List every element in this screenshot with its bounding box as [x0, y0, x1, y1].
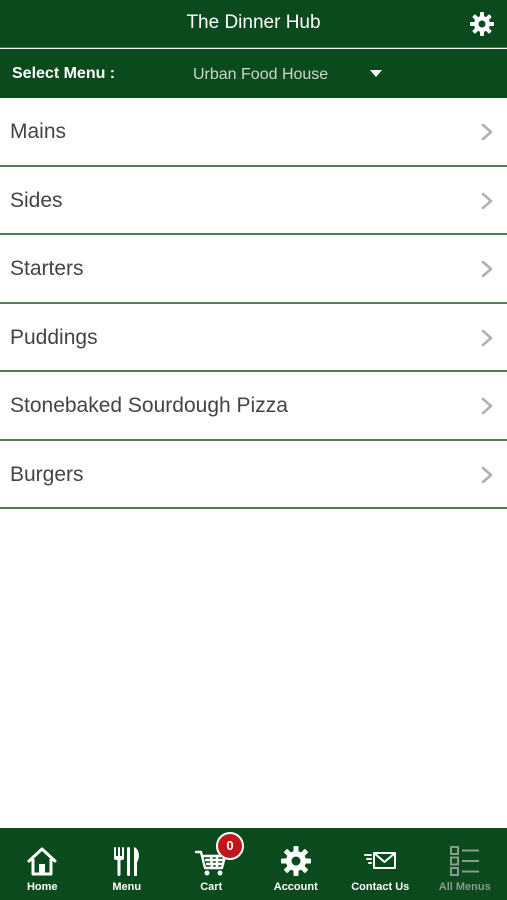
menu-item-label: Stonebaked Sourdough Pizza [10, 394, 288, 417]
chevron-right-icon [481, 260, 493, 278]
gear-icon [280, 846, 311, 876]
menu-select-dropdown[interactable]: Urban Food House [180, 57, 400, 91]
list-icon [449, 846, 479, 876]
menu-item-sides[interactable]: Sides [0, 166, 507, 235]
tab-label: All Menus [438, 881, 491, 893]
tab-account[interactable]: Account [254, 828, 339, 900]
tab-home[interactable]: Home [0, 828, 85, 900]
caret-down-icon [370, 70, 382, 77]
home-icon [27, 847, 57, 876]
cutlery-icon [113, 847, 139, 876]
chevron-right-icon [481, 466, 493, 483]
menu-item-pizza[interactable]: Stonebaked Sourdough Pizza [0, 372, 507, 441]
menu-item-label: Burgers [10, 462, 84, 486]
cart-count-badge: 0 [216, 832, 244, 860]
mail-icon [364, 852, 397, 869]
page-title: The Dinner Hub [186, 12, 321, 33]
bottom-tab-bar: Home Menu 0 Cart Account Contact Us All … [0, 828, 507, 900]
tab-label: Cart [200, 881, 223, 893]
menu-item-label: Sides [10, 188, 63, 212]
app-header: The Dinner Hub [0, 0, 507, 48]
chevron-right-icon [481, 329, 493, 346]
menu-item-mains[interactable]: Mains [0, 98, 507, 167]
menu-item-label: Puddings [10, 325, 98, 349]
tab-all-menus[interactable]: All Menus [423, 828, 507, 900]
menu-selector-bar: Select Menu : Urban Food House [0, 49, 507, 98]
menu-item-label: Mains [10, 120, 67, 143]
menu-item-label: Starters [10, 257, 84, 280]
tab-label: Contact Us [351, 881, 410, 893]
select-menu-label: Select Menu : [12, 65, 116, 82]
tab-label: Home [26, 881, 58, 893]
settings-button[interactable] [469, 11, 495, 37]
tab-label: Menu [112, 881, 142, 893]
selected-menu-value: Urban Food House [193, 66, 329, 83]
tab-label: Account [273, 881, 318, 893]
menu-category-list: Mains Sides Starters Puddings Stonebaked… [0, 98, 507, 509]
tab-contact-us[interactable]: Contact Us [338, 828, 423, 900]
tab-cart[interactable]: 0 Cart [169, 828, 254, 900]
tab-menu[interactable]: Menu [85, 828, 170, 900]
menu-item-burgers[interactable]: Burgers [0, 440, 507, 509]
chevron-right-icon [481, 192, 493, 209]
menu-item-starters[interactable]: Starters [0, 235, 507, 304]
menu-item-puddings[interactable]: Puddings [0, 303, 507, 372]
chevron-right-icon [481, 123, 493, 141]
gear-icon [470, 12, 494, 36]
chevron-right-icon [481, 397, 493, 415]
